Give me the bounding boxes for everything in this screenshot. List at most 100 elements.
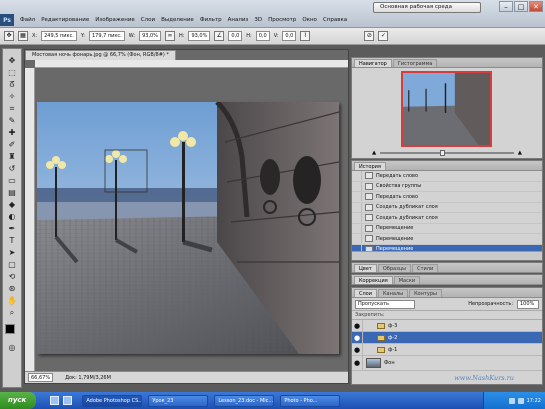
v-skew-field[interactable]: 0,0	[282, 31, 297, 41]
shape-tool-icon[interactable]: ▢	[5, 259, 19, 270]
cancel-transform-icon[interactable]: ⊘	[364, 31, 375, 41]
tray-icon[interactable]	[517, 397, 524, 404]
minimize-button[interactable]: –	[499, 1, 513, 12]
history-item[interactable]: Создать дубликат слоя	[352, 213, 542, 224]
quick-launch-icon[interactable]	[63, 396, 73, 405]
reference-point-icon[interactable]: ▦	[18, 31, 28, 41]
history-item[interactable]: Создать дубликат слоя	[352, 202, 542, 213]
dodge-tool-icon[interactable]: ◐	[5, 211, 19, 222]
move-tool-icon[interactable]: ✥	[5, 55, 19, 66]
zoom-tool-icon[interactable]: ⌕	[5, 307, 19, 318]
history-item[interactable]: Перемещение	[352, 223, 542, 234]
link-icon[interactable]: ∞	[165, 31, 175, 41]
lasso-tool-icon[interactable]: ᘔ	[5, 79, 19, 90]
history-item[interactable]: Свойства группы	[352, 181, 542, 192]
quick-launch-icon[interactable]	[50, 396, 60, 405]
tab-paths[interactable]: Контуры	[409, 289, 442, 297]
zoom-in-icon[interactable]: ▲	[518, 150, 522, 156]
menu-edit[interactable]: Редактирование	[38, 17, 92, 23]
tab-styles[interactable]: Стили	[412, 264, 439, 272]
quick-mask-icon[interactable]: ◎	[5, 342, 19, 353]
tab-histogram[interactable]: Гистограмма	[392, 59, 438, 67]
move-tool-icon[interactable]: ✥	[4, 31, 14, 41]
navigator-zoom-slider[interactable]: ▲ ▲	[372, 150, 522, 156]
menu-layers[interactable]: Слои	[138, 17, 158, 23]
tab-channels[interactable]: Каналы	[378, 289, 409, 297]
gradient-tool-icon[interactable]: ▤	[5, 187, 19, 198]
menu-help[interactable]: Справка	[320, 17, 350, 23]
warp-icon[interactable]: ⌇	[300, 31, 311, 41]
tab-history[interactable]: История	[354, 162, 386, 170]
close-button[interactable]: ✕	[529, 1, 543, 12]
eye-icon[interactable]: ●	[352, 355, 363, 371]
3d-rotate-tool-icon[interactable]: ⟲	[5, 271, 19, 282]
history-item[interactable]: Передать слово	[352, 192, 542, 203]
canvas-image[interactable]	[37, 102, 339, 354]
zoom-out-icon[interactable]: ▲	[372, 150, 376, 156]
task-word[interactable]: Lesson_23.doc - Mic...	[214, 394, 275, 407]
menu-3d[interactable]: 3D	[251, 17, 265, 23]
task-photoshop[interactable]: Adobe Photoshop CS...	[82, 394, 143, 407]
path-selection-tool-icon[interactable]: ➤	[5, 247, 19, 258]
commit-transform-icon[interactable]: ✓	[378, 31, 389, 41]
tab-layers[interactable]: Слои	[354, 289, 377, 297]
h-field[interactable]: 93,0%	[188, 31, 211, 41]
y-field[interactable]: 179,7 пикс.	[88, 31, 125, 41]
blur-tool-icon[interactable]: ◆	[5, 199, 19, 210]
document-tab[interactable]: Мостовая ночь фонарь.jpg @ 66,7% (Фон, R…	[25, 50, 176, 60]
start-button[interactable]: пуск	[0, 392, 37, 409]
maximize-button[interactable]: □	[514, 1, 528, 12]
menu-window[interactable]: Окно	[299, 17, 320, 23]
brush-tool-icon[interactable]: ✐	[5, 139, 19, 150]
opacity-field[interactable]: 100%	[517, 299, 539, 309]
menu-image[interactable]: Изображение	[92, 17, 138, 23]
layer-row[interactable]: ● ф-1	[352, 343, 542, 356]
eraser-tool-icon[interactable]: ▭	[5, 175, 19, 186]
tab-swatches[interactable]: Образцы	[377, 264, 412, 272]
eye-icon[interactable]: ●	[352, 331, 363, 344]
layer-row-selected[interactable]: ● ф-2	[352, 331, 542, 344]
crop-tool-icon[interactable]: ⌗	[5, 103, 19, 114]
task-folder[interactable]: Урок_23	[148, 394, 209, 407]
window-controls: – □ ✕	[499, 1, 543, 12]
tab-adjustments[interactable]: Коррекция	[354, 276, 393, 284]
menu-view[interactable]: Просмотр	[265, 17, 299, 23]
tab-masks[interactable]: Маски	[393, 276, 421, 284]
foreground-color-swatch[interactable]	[5, 324, 15, 334]
history-brush-tool-icon[interactable]: ↺	[5, 163, 19, 174]
hand-tool-icon[interactable]: ✋	[5, 295, 19, 306]
x-field[interactable]: 249,5 пикс.	[41, 31, 77, 41]
type-tool-icon[interactable]: T	[5, 235, 19, 246]
marquee-tool-icon[interactable]: ⬚	[5, 67, 19, 78]
eyedropper-tool-icon[interactable]: ✎	[5, 115, 19, 126]
history-item[interactable]: Передать слово	[352, 171, 542, 182]
h-skew-field[interactable]: 0,0	[255, 31, 270, 41]
zoom-slider-knob[interactable]	[440, 150, 446, 156]
navigator-preview[interactable]	[401, 71, 492, 147]
layer-row[interactable]: ● Фон	[352, 355, 542, 371]
angle-field[interactable]: 0,0	[228, 31, 243, 41]
eye-icon[interactable]: ●	[352, 319, 363, 332]
3d-camera-tool-icon[interactable]: ⊛	[5, 283, 19, 294]
color-swatches[interactable]	[4, 323, 20, 341]
menu-file[interactable]: Файл	[17, 17, 38, 23]
task-photo[interactable]: Photo - Pho...	[280, 394, 341, 407]
menu-filter[interactable]: Фильтр	[197, 17, 225, 23]
zoom-slider-track[interactable]	[380, 150, 514, 156]
zoom-field[interactable]: 66,67%	[28, 373, 54, 382]
blend-mode-select[interactable]: Пропускать	[355, 299, 415, 309]
history-item[interactable]: Перемещение	[352, 234, 542, 245]
tray-icon[interactable]	[508, 397, 515, 404]
w-field[interactable]: 93,0%	[139, 31, 161, 41]
workspace-switcher[interactable]: Основная рабочая среда	[373, 2, 481, 13]
tab-color[interactable]: Цвет	[354, 264, 377, 272]
tab-navigator[interactable]: Навигатор	[354, 59, 392, 67]
menu-select[interactable]: Выделение	[158, 17, 197, 23]
magic-wand-tool-icon[interactable]: ✧	[5, 91, 19, 102]
eye-icon[interactable]: ●	[352, 343, 363, 356]
pen-tool-icon[interactable]: ✒	[5, 223, 19, 234]
menu-analysis[interactable]: Анализ	[225, 17, 252, 23]
layer-row[interactable]: ● ф-3	[352, 319, 542, 332]
healing-tool-icon[interactable]: ✚	[5, 127, 19, 138]
clone-stamp-tool-icon[interactable]: ♜	[5, 151, 19, 162]
